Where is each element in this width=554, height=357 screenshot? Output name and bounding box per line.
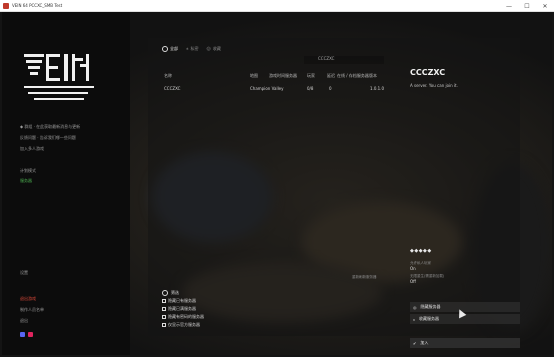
tab-label: 私密	[190, 46, 199, 51]
stat-value: Off	[410, 279, 416, 284]
maximize-button[interactable]: ☐	[518, 0, 536, 12]
col-version[interactable]: 版本	[369, 73, 377, 79]
filter-option-label: 隐藏有密码的服务器	[168, 314, 204, 319]
stat-value: On	[410, 266, 416, 271]
tab-private[interactable]: ⁎ 私密	[186, 46, 199, 52]
cell-map: Champion Valley	[250, 86, 284, 91]
favorite-server-label: 收藏服务器	[419, 316, 439, 321]
star-icon: ⁎	[413, 316, 415, 322]
cell-name: CCCZXC	[164, 86, 181, 91]
vein-logo	[24, 54, 94, 100]
join-button[interactable]: ✔ 加入	[410, 338, 520, 348]
tab-label: 收藏	[212, 46, 221, 51]
table-header: 名称 地图 游戏时间服务器 玩家 延迟 在线 / 存档服务器 版本	[162, 73, 384, 79]
cell-players: 0/8	[307, 86, 314, 91]
check-icon: ✔	[413, 340, 417, 346]
game-viewport: ◆ 群组 · 在此获取最新消息与更新 反馈问题 · 告诉我们哪一些问题 加入多人…	[2, 12, 552, 355]
tab-all[interactable]: 全部	[162, 46, 178, 52]
refresh-servers-link[interactable]: 重新刷新服务器	[352, 275, 377, 280]
feedback-link[interactable]: 反馈问题 · 告诉我们哪一些问题	[20, 135, 76, 141]
join-multiplayer-link[interactable]: 加入多人游戏	[20, 146, 44, 152]
menu-plan-mode[interactable]: 计划模式	[20, 168, 36, 174]
checkbox-icon[interactable]	[162, 307, 166, 311]
filter-option[interactable]: 隐藏已满服务器	[162, 306, 204, 312]
filter-option-label: 隐藏已满服务器	[168, 306, 196, 311]
close-button[interactable]: ✕	[536, 0, 554, 12]
menu-settings[interactable]: 设置	[20, 270, 28, 276]
filter-option[interactable]: 隐藏有密码的服务器	[162, 314, 204, 320]
server-details: CCCZXC A server. You can join it. ◆◆◆◆◆ …	[410, 68, 520, 348]
radio-icon[interactable]	[162, 290, 168, 296]
hide-server-label: 隐藏服务器	[420, 304, 441, 309]
eye-icon: ◎	[206, 46, 211, 52]
sidebar: ◆ 群组 · 在此获取最新消息与更新 反馈问题 · 告诉我们哪一些问题 加入多人…	[2, 12, 130, 355]
cell-ping: 0	[329, 86, 332, 91]
join-label: 加入	[420, 340, 429, 345]
filter-option-label: 仅显示官方服务器	[168, 322, 200, 327]
filter-option[interactable]: 仅显示官方服务器	[162, 322, 204, 328]
col-time[interactable]: 游戏时间服务器	[269, 73, 297, 79]
community-link[interactable]: ◆ 群组 · 在此获取最新消息与更新	[20, 124, 80, 130]
tab-favorites[interactable]: ◎ 收藏	[207, 46, 221, 52]
menu-quit[interactable]: 退出	[20, 318, 28, 324]
menu-exit-game[interactable]: 退出游戏	[20, 296, 36, 302]
col-players[interactable]: 玩家	[307, 73, 315, 79]
filter-header-label: 筛选	[171, 290, 179, 295]
server-rating: ◆◆◆◆◆	[410, 248, 432, 254]
filter-header: 筛选	[162, 290, 204, 296]
col-online[interactable]: 在线 / 存档服务器	[337, 73, 369, 79]
tab-label: 全部	[170, 46, 178, 51]
col-map[interactable]: 地图	[250, 73, 258, 79]
server-name: CCCZXC	[410, 68, 446, 77]
discord-icon[interactable]	[20, 332, 25, 337]
server-description: A server. You can join it.	[410, 83, 458, 88]
menu-credits[interactable]: 制作人员名单	[20, 307, 44, 313]
social-icon[interactable]	[28, 332, 33, 337]
checkbox-icon[interactable]	[162, 323, 166, 327]
filter-option[interactable]: 隐藏已有服务器	[162, 298, 204, 304]
col-name[interactable]: 名称	[164, 73, 172, 79]
window-title: VEIN 64 PCCXC_SMB Test	[12, 3, 63, 8]
server-search-input[interactable]: CCCZXC	[304, 56, 384, 64]
checkbox-icon[interactable]	[162, 315, 166, 319]
server-tabs: 全部 ⁎ 私密 ◎ 收藏	[162, 46, 221, 52]
filter-group: 筛选 隐藏已有服务器 隐藏已满服务器 隐藏有密码的服务器 仅显示官方服务器	[162, 290, 204, 328]
window-controls: — ☐ ✕	[500, 0, 554, 12]
minimize-button[interactable]: —	[500, 0, 518, 12]
server-browser-panel: 全部 ⁎ 私密 ◎ 收藏 CCCZXC 名称 地图 游戏时间服务器 玩家 延迟 …	[148, 38, 520, 348]
social-links	[20, 332, 33, 337]
menu-servers[interactable]: 服务器	[20, 178, 32, 184]
lock-icon: ⁎	[186, 46, 189, 52]
hide-server-button[interactable]: ◎ 隐藏服务器	[410, 302, 520, 312]
eye-icon: ◎	[413, 304, 417, 310]
window-titlebar: VEIN 64 PCCXC_SMB Test — ☐ ✕	[0, 0, 554, 12]
app-icon	[3, 2, 9, 9]
checkbox-icon[interactable]	[162, 299, 166, 303]
table-row[interactable]: CCCZXC Champion Valley 0/8 0 1.0.1.0	[162, 86, 384, 92]
cell-version: 1.0.1.0	[370, 86, 384, 91]
filter-option-label: 隐藏已有服务器	[168, 298, 196, 303]
radio-icon	[162, 46, 168, 52]
col-ping[interactable]: 延迟	[327, 73, 335, 79]
